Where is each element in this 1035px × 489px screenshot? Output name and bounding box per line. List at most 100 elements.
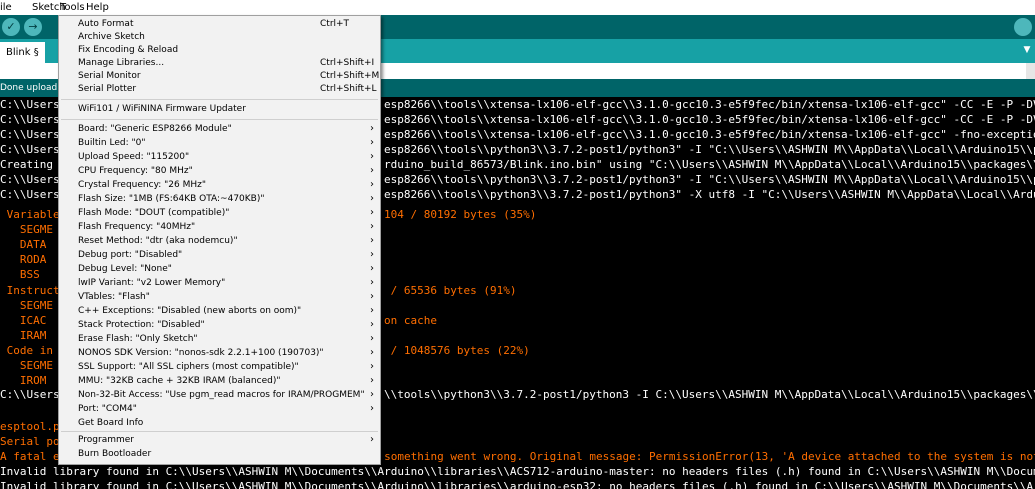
submenu-arrow-icon: › <box>370 403 374 414</box>
console-line-start: C:\\Users <box>0 143 60 156</box>
menu-help[interactable]: Help <box>86 2 109 13</box>
menu-item-cpu-frequency[interactable]: CPU Frequency: "80 MHz" › <box>59 165 380 179</box>
menu-item-flash-mode[interactable]: Flash Mode: "DOUT (compatible)" › <box>59 207 380 221</box>
console-line-start: esptool.py <box>0 420 67 433</box>
console-line: Code in <box>0 343 53 358</box>
menu-item-burn-bootloader[interactable]: Burn Bootloader <box>59 448 380 462</box>
verify-icon[interactable]: ✓ <box>2 18 20 36</box>
menu-item-reset-method[interactable]: Reset Method: "dtr (aka nodemcu)" › <box>59 235 380 249</box>
menu-item-label: NONOS SDK Version: "nonos-sdk 2.2.1+100 … <box>78 348 324 358</box>
menu-item-manage-libraries[interactable]: Manage Libraries... Ctrl+Shift+I <box>59 57 380 71</box>
menu-item-ssl-support[interactable]: SSL Support: "All SSL ciphers (most comp… <box>59 361 380 375</box>
console-line-text: esp8266\\tools\\xtensa-lx106-elf-gcc\\3.… <box>384 113 1035 126</box>
console-line-start: SEGME <box>0 223 53 236</box>
menu-item-builtin-led[interactable]: Builtin Led: "0" › <box>59 137 380 151</box>
menu-item-label: Builtin Led: "0" <box>78 138 146 148</box>
console-line-start: RODA <box>0 253 47 266</box>
menu-item-shortcut: Ctrl+Shift+M <box>320 71 380 81</box>
menu-item-firmware-updater[interactable]: WiFi101 / WiFiNINA Firmware Updater <box>59 103 380 117</box>
menu-item-label: Flash Size: "1MB (FS:64KB OTA:~470KB)" <box>78 194 265 204</box>
menu-item-auto-format[interactable]: Auto Format Ctrl+T <box>59 18 380 32</box>
console-line: IRAM <box>0 328 47 343</box>
console-line-text: esp8266\\tools\\xtensa-lx106-elf-gcc\\3.… <box>384 128 1035 141</box>
submenu-arrow-icon: › <box>370 333 374 344</box>
console-line: C:\\Users <box>0 142 60 157</box>
menu-item-archive-sketch[interactable]: Archive Sketch <box>59 31 380 45</box>
upload-icon[interactable]: → <box>24 18 42 36</box>
menu-tools[interactable]: Tools <box>60 2 85 13</box>
menu-item-label: Flash Frequency: "40MHz" <box>78 222 196 232</box>
console-line-rest: esp8266\\tools\\xtensa-lx106-elf-gcc\\3.… <box>384 112 1035 127</box>
menu-item-mmu[interactable]: MMU: "32KB cache + 32KB IRAM (balanced)"… <box>59 375 380 389</box>
submenu-arrow-icon: › <box>370 193 374 204</box>
submenu-arrow-icon: › <box>370 165 374 176</box>
console-line-start: IRAM <box>0 329 47 342</box>
menu-item-label: Burn Bootloader <box>78 449 152 459</box>
console-line-start: ICAC <box>0 314 47 327</box>
console-line: SEGME <box>0 358 53 373</box>
menu-item-label: CPU Frequency: "80 MHz" <box>78 166 193 176</box>
menu-item-stack-protection[interactable]: Stack Protection: "Disabled" › <box>59 319 380 333</box>
menu-item-cpp-exceptions[interactable]: C++ Exceptions: "Disabled (new aborts on… <box>59 305 380 319</box>
console-line-rest: / 65536 bytes (91%) <box>384 283 517 298</box>
menu-item-crystal-frequency[interactable]: Crystal Frequency: "26 MHz" › <box>59 179 380 193</box>
editor-scrollbar[interactable] <box>1026 63 1035 79</box>
submenu-arrow-icon: › <box>370 207 374 218</box>
console-line: ICAC <box>0 313 47 328</box>
menu-file[interactable]: ile <box>0 2 12 13</box>
console-line-rest: 104 / 80192 bytes (35%) <box>384 207 536 222</box>
menu-item-upload-speed[interactable]: Upload Speed: "115200" › <box>59 151 380 165</box>
menu-item-label: Crystal Frequency: "26 MHz" <box>78 180 206 190</box>
menu-item-get-board-info[interactable]: Get Board Info <box>59 417 380 431</box>
menu-item-debug-level[interactable]: Debug Level: "None" › <box>59 263 380 277</box>
menu-item-serial-monitor[interactable]: Serial Monitor Ctrl+Shift+M <box>59 70 380 84</box>
console-line-rest: rduino_build_86573/Blink.ino.bin" using … <box>384 157 1035 172</box>
console-line-start: SEGME <box>0 299 53 312</box>
menu-item-label: Debug Level: "None" <box>78 264 172 274</box>
menu-item-board[interactable]: Board: "Generic ESP8266 Module" › <box>59 123 380 137</box>
console-line: C:\\Users <box>0 387 60 402</box>
console-line: C:\\Users <box>0 112 60 127</box>
submenu-arrow-icon: › <box>370 305 374 316</box>
console-line-text: rduino_build_86573/Blink.ino.bin" using … <box>384 158 1035 171</box>
menu-separator <box>61 119 378 120</box>
menu-item-debug-port[interactable]: Debug port: "Disabled" › <box>59 249 380 263</box>
console-line-text: on cache <box>384 314 437 327</box>
menu-item-fix-encoding[interactable]: Fix Encoding & Reload <box>59 44 380 58</box>
menu-item-label: SSL Support: "All SSL ciphers (most comp… <box>78 362 299 372</box>
menu-item-lwip-variant[interactable]: lwIP Variant: "v2 Lower Memory" › <box>59 277 380 291</box>
console-line: Invalid library found in C:\\Users\\ASHW… <box>0 479 1035 489</box>
console-line-rest: esp8266\\tools\\xtensa-lx106-elf-gcc\\3.… <box>384 97 1035 112</box>
console-line-start: Invalid library found in C:\\Users\\ASHW… <box>0 480 1035 489</box>
console-line-rest: esp8266\\tools\\python3\\3.7.2-post1/pyt… <box>384 142 1035 157</box>
menu-item-vtables[interactable]: VTables: "Flash" › <box>59 291 380 305</box>
menu-item-programmer[interactable]: Programmer › <box>59 434 380 448</box>
menu-item-non-32-bit-access[interactable]: Non-32-Bit Access: "Use pgm_read macros … <box>59 389 380 403</box>
menu-item-flash-frequency[interactable]: Flash Frequency: "40MHz" › <box>59 221 380 235</box>
console-line: Creating E <box>0 157 66 172</box>
menu-item-serial-plotter[interactable]: Serial Plotter Ctrl+Shift+L <box>59 83 380 97</box>
menu-item-label: Stack Protection: "Disabled" <box>78 320 205 330</box>
console-line: Invalid library found in C:\\Users\\ASHW… <box>0 464 1035 479</box>
menu-item-port[interactable]: Port: "COM4" › <box>59 403 380 417</box>
menu-item-label: Serial Monitor <box>78 71 141 81</box>
submenu-arrow-icon: › <box>370 221 374 232</box>
console-line: IROM <box>0 373 47 388</box>
menu-item-label: Reset Method: "dtr (aka nodemcu)" <box>78 236 238 246</box>
menu-item-nonos-sdk[interactable]: NONOS SDK Version: "nonos-sdk 2.2.1+100 … <box>59 347 380 361</box>
menu-item-erase-flash[interactable]: Erase Flash: "Only Sketch" › <box>59 333 380 347</box>
menu-item-label: Get Board Info <box>78 418 144 428</box>
console-line-start: Invalid library found in C:\\Users\\ASHW… <box>0 465 1035 478</box>
serial-monitor-icon[interactable] <box>1014 18 1032 36</box>
console-line-text: / 1048576 bytes (22%) <box>384 344 530 357</box>
menu-item-flash-size[interactable]: Flash Size: "1MB (FS:64KB OTA:~470KB)" › <box>59 193 380 207</box>
submenu-arrow-icon: › <box>370 375 374 386</box>
console-line-start: C:\\Users <box>0 113 60 126</box>
menu-item-label: WiFi101 / WiFiNINA Firmware Updater <box>78 104 246 114</box>
console-line-start: Variable <box>0 208 60 221</box>
tab-blink[interactable]: Blink § <box>0 42 45 63</box>
console-line-start: BSS <box>0 268 40 281</box>
console-line-rest: esp8266\\tools\\python3\\3.7.2-post1/pyt… <box>384 172 1035 187</box>
console-line-start: Instruct <box>0 284 60 297</box>
tab-menu-icon[interactable]: ▼ <box>1021 42 1033 58</box>
